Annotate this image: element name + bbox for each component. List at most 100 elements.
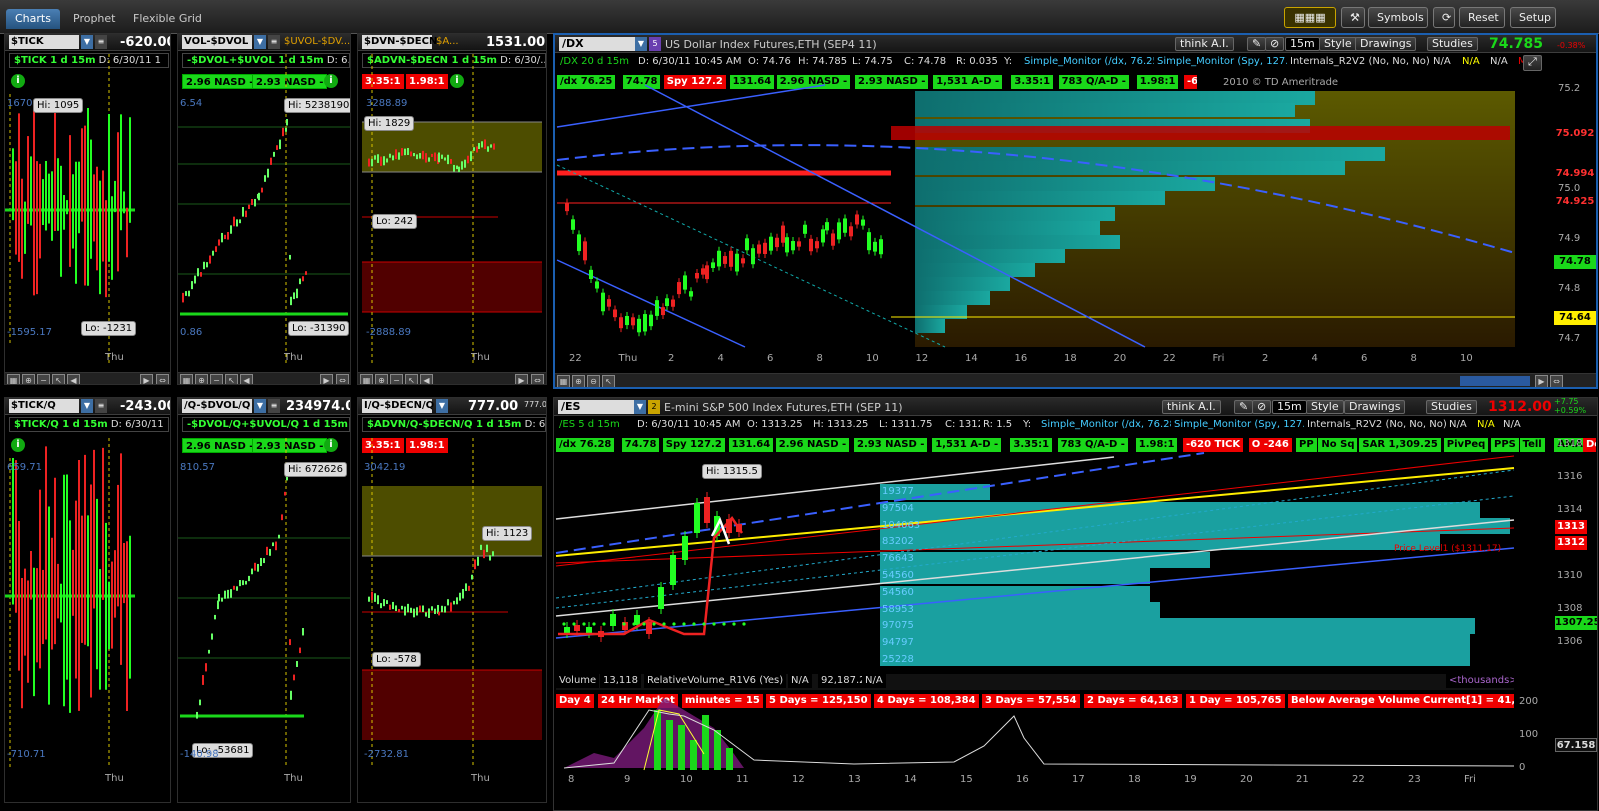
candle [273, 151, 275, 157]
x-tick: 8 [1410, 353, 1417, 364]
candle [194, 275, 196, 284]
candle [489, 555, 491, 561]
candle [227, 232, 229, 240]
tab-flexible-grid[interactable]: Flexible Grid [124, 9, 211, 29]
minus-icon[interactable]: − [37, 374, 50, 384]
chart-scrollbar[interactable]: ▦ ⊕ − ↖ ◀ ▶ ⇔ [358, 372, 546, 384]
candle [441, 154, 443, 159]
candle [374, 593, 376, 602]
zoom-icon[interactable]: ⊕ [375, 374, 388, 384]
high-label: Hi: 1829 [364, 116, 415, 131]
zoom-icon[interactable]: ⊕ [195, 374, 208, 384]
wrench-icon[interactable]: ⚒ [1341, 7, 1365, 28]
candle [407, 147, 409, 155]
candle [284, 491, 286, 496]
volume-profile-bar [880, 634, 1470, 650]
candle [404, 148, 406, 156]
chart-scrollbar[interactable]: ▦ ⊕ ⊖ ↖ ▶ ⇔ [555, 373, 1596, 387]
candle [781, 225, 785, 243]
minus-icon[interactable]: ⊖ [587, 375, 600, 387]
candle [275, 541, 277, 551]
candle [267, 168, 269, 178]
sar-dot [672, 622, 676, 626]
setup-button[interactable]: Setup [1510, 7, 1556, 28]
axis-bottom-value: -1595.17 [7, 327, 52, 338]
candle [444, 606, 446, 613]
price-tag-1312: 1312 [1555, 536, 1587, 550]
candle [211, 633, 213, 640]
grid-layout-button[interactable]: ▦▦▦ [1284, 7, 1336, 28]
sar-dot [562, 622, 566, 626]
cursor-icon[interactable]: ↖ [405, 374, 418, 384]
grid-icon[interactable]: ▦ [7, 374, 20, 384]
grid-icon[interactable]: ▦ [180, 374, 193, 384]
candle [677, 282, 681, 295]
symbols-button[interactable]: Symbols [1368, 7, 1428, 28]
candle [197, 268, 199, 277]
axis-top-value: 3288.89 [366, 98, 408, 109]
candle [682, 536, 688, 560]
tab-charts[interactable]: Charts [6, 9, 60, 29]
scroll-right-icon[interactable]: ▶ [140, 374, 153, 384]
chart-scrollbar[interactable]: ▦ ⊕ − ↖ ◀ ▶ ⇔ [178, 372, 350, 384]
scroll-right-icon[interactable]: ▶ [320, 374, 333, 384]
candle [661, 307, 665, 316]
candle [571, 219, 575, 230]
zoom-icon[interactable]: ⊕ [572, 375, 585, 387]
x-tick: 11 [736, 774, 749, 785]
candle [395, 149, 397, 160]
volume-profile-value: 83202 [882, 536, 914, 548]
sar-dot [582, 622, 586, 626]
candle [825, 222, 829, 231]
scroll-left-icon[interactable]: ◀ [67, 374, 80, 384]
price-tag: 75.092 [1554, 127, 1596, 141]
scroll-right-icon[interactable]: ▶ [1535, 375, 1548, 387]
x-tick: 16 [1016, 774, 1029, 785]
scroll-right-icon[interactable]: ▶ [515, 374, 528, 384]
scroll-left-icon[interactable]: ◀ [420, 374, 433, 384]
candle [441, 605, 443, 613]
grid-icon[interactable]: ▦ [360, 374, 373, 384]
candle [248, 204, 250, 210]
candle [233, 216, 235, 227]
candle [242, 207, 244, 217]
x-tick: 23 [1408, 774, 1421, 785]
y-tick: 1318 [1557, 438, 1583, 449]
expand-icon[interactable]: ⇔ [156, 374, 169, 384]
candle [689, 291, 693, 297]
volume-profile-value: 25228 [882, 654, 914, 665]
cursor-icon[interactable]: ↖ [602, 375, 615, 387]
candle [849, 226, 853, 237]
volume-profile-bar [915, 103, 1295, 117]
candle [490, 144, 492, 148]
sync-icon[interactable]: ⟳ [1433, 7, 1455, 28]
candle [434, 608, 436, 615]
chart-scrollbar[interactable]: ▦ ⊕ − ↖ ◀ ▶ ⇔ [5, 372, 170, 384]
high-label: Hi: 1095 [33, 98, 84, 113]
expand-icon[interactable]: ⇔ [531, 374, 544, 384]
reset-button[interactable]: Reset [1459, 7, 1505, 28]
volume-profile-value: 54560 [882, 570, 914, 581]
candle [368, 596, 370, 602]
candle [453, 600, 455, 605]
low-label: Lo: -578 [372, 652, 421, 667]
candle [879, 239, 883, 255]
tab-prophet[interactable]: Prophet [64, 9, 125, 29]
expand-icon[interactable]: ⇔ [336, 374, 349, 384]
scroll-thumb[interactable] [1460, 376, 1530, 386]
candle [431, 153, 433, 157]
axis-bottom-value: -710.71 [7, 749, 46, 760]
minus-icon[interactable]: − [390, 374, 403, 384]
expand-icon[interactable]: ⇔ [1550, 375, 1563, 387]
scroll-left-icon[interactable]: ◀ [240, 374, 253, 384]
grid-icon[interactable]: ▦ [557, 375, 570, 387]
cursor-icon[interactable]: ↖ [225, 374, 238, 384]
sar-dot [632, 622, 636, 626]
cursor-icon[interactable]: ↖ [52, 374, 65, 384]
candle [191, 281, 193, 290]
minus-icon[interactable]: − [210, 374, 223, 384]
candle [383, 156, 385, 166]
zoom-icon[interactable]: ⊕ [22, 374, 35, 384]
candle [230, 589, 232, 598]
candle [867, 232, 871, 251]
